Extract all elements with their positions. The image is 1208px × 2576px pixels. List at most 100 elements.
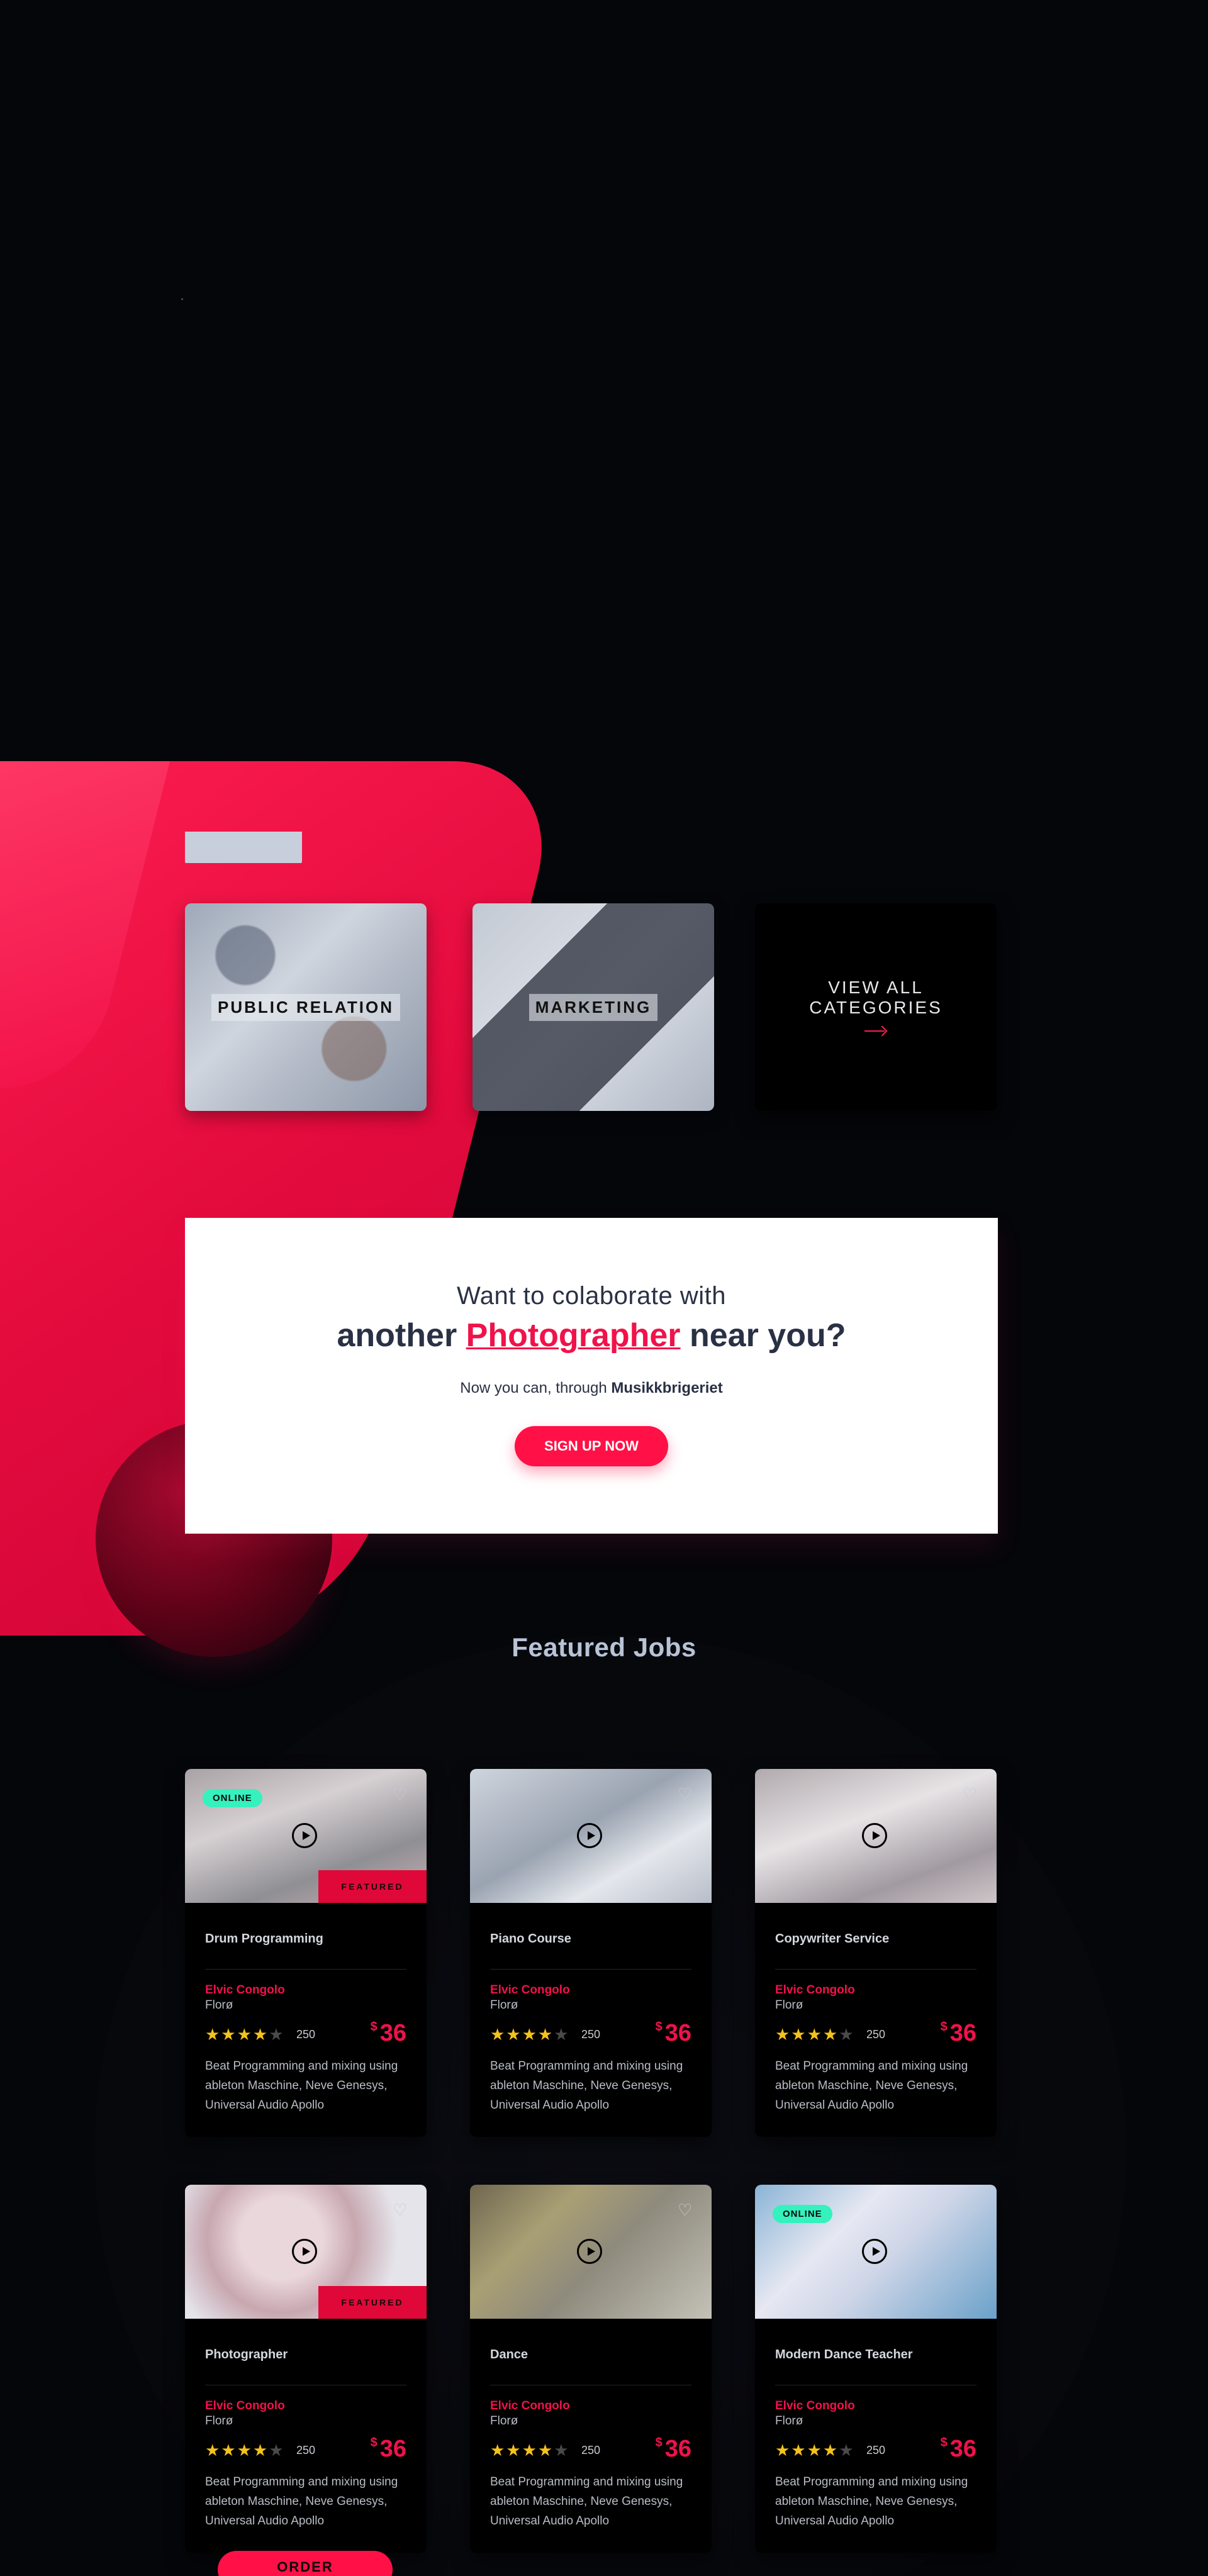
- rating-count: 250: [296, 2028, 316, 2041]
- play-icon[interactable]: [862, 2239, 887, 2264]
- view-all-categories-card[interactable]: VIEW ALL CATEGORIES: [755, 903, 997, 1111]
- job-price: $36: [371, 2020, 406, 2047]
- play-icon[interactable]: [292, 2239, 317, 2264]
- heart-icon[interactable]: ♡: [678, 1786, 694, 1802]
- heart-icon[interactable]: ♡: [678, 2202, 694, 2218]
- category-card-public-relation[interactable]: PUBLIC RELATION: [185, 903, 427, 1111]
- job-description: Beat Programming and mixing using ableto…: [490, 2475, 683, 2528]
- job-description: Beat Programming and mixing using ableto…: [775, 2060, 968, 2112]
- job-body: Photographer Elvic Congolo Florø ★★★★★ 250 $3…: [185, 2348, 427, 2531]
- cta-panel: Want to colaborate with another Photogra…: [185, 1218, 998, 1534]
- star-rating: ★★★★★: [775, 2025, 855, 2044]
- job-price: $36: [941, 2436, 976, 2463]
- cta-heading: another Photographer near you?: [185, 1317, 998, 1354]
- job-meta: ★★★★★ 250 $36: [490, 2436, 691, 2462]
- price-currency: $: [370, 2020, 378, 2034]
- order-button[interactable]: ORDER: [218, 2551, 393, 2576]
- job-title[interactable]: Dance: [490, 2348, 691, 2362]
- category-label: MARKETING: [528, 993, 658, 1021]
- job-title[interactable]: Modern Dance Teacher: [775, 2348, 976, 2362]
- job-price: $36: [371, 2436, 406, 2463]
- job-author[interactable]: Elvic Congolo: [205, 1983, 406, 1997]
- rating-count: 250: [866, 2444, 886, 2456]
- price-value: 36: [949, 2436, 976, 2462]
- job-title[interactable]: Photographer: [205, 2348, 406, 2362]
- featured-badge: FEATURED: [318, 1870, 427, 1903]
- job-card[interactable]: ♡ Copywriter Service Elvic Congolo Florø ★★★…: [755, 1769, 997, 2137]
- featured-jobs-title: Featured Jobs: [512, 1632, 696, 1662]
- job-body: Modern Dance Teacher Elvic Congolo Florø ★★…: [755, 2348, 997, 2531]
- page: PUBLIC RELATION MARKETING VIEW ALL CATEG…: [0, 0, 1208, 2576]
- job-author[interactable]: Elvic Congolo: [775, 1983, 976, 1997]
- price-value: 36: [664, 2020, 691, 2046]
- rating-count: 250: [296, 2444, 316, 2456]
- divider: [775, 1969, 976, 1970]
- category-card-marketing[interactable]: MARKETING: [473, 903, 714, 1111]
- view-all-label: VIEW ALL CATEGORIES: [809, 978, 942, 1017]
- job-location: Florø: [205, 1999, 233, 2012]
- play-icon[interactable]: [862, 1823, 887, 1848]
- job-card[interactable]: ONLINE ♡ Modern Dance Teacher Elvic Congolo…: [755, 2185, 997, 2553]
- job-thumbnail: ♡ FEATURED: [185, 2185, 427, 2319]
- rating-count: 250: [581, 2444, 601, 2456]
- cta-subtext-before: Now you can, through: [460, 1380, 612, 1397]
- heart-icon[interactable]: ♡: [963, 2202, 979, 2218]
- rating-count: 250: [866, 2028, 886, 2041]
- job-description: Beat Programming and mixing using ableto…: [775, 2475, 968, 2528]
- job-description: Beat Programming and mixing using ableto…: [205, 2475, 398, 2528]
- star-rating: ★★★★★: [490, 2441, 570, 2460]
- job-meta: ★★★★★ 250 $36: [490, 2020, 691, 2046]
- job-location: Florø: [205, 2414, 233, 2428]
- job-location: Florø: [490, 2414, 518, 2428]
- job-title[interactable]: Piano Course: [490, 1932, 691, 1946]
- cta-brand: Musikkbrigeriet: [611, 1380, 723, 1397]
- job-author[interactable]: Elvic Congolo: [490, 2399, 691, 2413]
- arrow-right-icon: [864, 1025, 887, 1037]
- job-card[interactable]: ♡ Dance Elvic Congolo Florø ★★★★★ 250 $36 Beat …: [470, 2185, 712, 2553]
- job-title[interactable]: Copywriter Service: [775, 1932, 976, 1946]
- divider: [205, 1969, 406, 1970]
- job-meta: ★★★★★ 250 $36: [205, 2436, 406, 2462]
- category-card-partial: [185, 832, 302, 863]
- job-title[interactable]: Drum Programming: [205, 1932, 406, 1946]
- job-author[interactable]: Elvic Congolo: [490, 1983, 691, 1997]
- divider: [490, 1969, 691, 1970]
- cta-heading-after: near you?: [680, 1317, 846, 1354]
- star-rating: ★★★★★: [775, 2441, 855, 2460]
- cta-heading-before: another: [337, 1317, 466, 1354]
- job-author[interactable]: Elvic Congolo: [205, 2399, 406, 2413]
- job-meta: ★★★★★ 250 $36: [775, 2436, 976, 2462]
- category-label: PUBLIC RELATION: [211, 993, 400, 1021]
- job-location: Florø: [775, 1999, 803, 2012]
- job-card[interactable]: ♡ Piano Course Elvic Congolo Florø ★★★★★ 250 $…: [470, 1769, 712, 2137]
- price-value: 36: [949, 2020, 976, 2046]
- job-body: Dance Elvic Congolo Florø ★★★★★ 250 $36 Beat P…: [470, 2348, 712, 2531]
- job-thumbnail: ONLINE ♡ FEATURED: [185, 1769, 427, 1903]
- sign-up-button[interactable]: SIGN UP NOW: [515, 1426, 668, 1466]
- price-currency: $: [655, 2436, 663, 2450]
- job-body: Copywriter Service Elvic Congolo Florø ★★★★…: [755, 1932, 997, 2115]
- heart-icon[interactable]: ♡: [393, 1786, 409, 1802]
- job-price: $36: [941, 2020, 976, 2047]
- play-icon[interactable]: [292, 1823, 317, 1848]
- job-thumbnail: ♡: [755, 1769, 997, 1903]
- heart-icon[interactable]: ♡: [963, 1786, 979, 1802]
- cta-subtext: Now you can, through Musikkbrigeriet: [185, 1380, 998, 1397]
- job-card[interactable]: ♡ FEATURED Photographer Elvic Congolo Florø ★…: [185, 2185, 427, 2553]
- price-currency: $: [940, 2020, 948, 2034]
- job-body: Drum Programming Elvic Congolo Florø ★★★★★ 2…: [185, 1932, 427, 2115]
- play-icon[interactable]: [577, 1823, 602, 1848]
- star-rating: ★★★★★: [205, 2025, 285, 2044]
- play-icon[interactable]: [577, 2239, 602, 2264]
- price-value: 36: [664, 2436, 691, 2462]
- job-author[interactable]: Elvic Congolo: [775, 2399, 976, 2413]
- heart-icon[interactable]: ♡: [393, 2202, 409, 2218]
- job-meta: ★★★★★ 250 $36: [775, 2020, 976, 2046]
- cta-heading-highlight[interactable]: Photographer: [466, 1317, 681, 1354]
- job-card[interactable]: ONLINE ♡ FEATURED Drum Programming Elvic Con…: [185, 1769, 427, 2137]
- job-description: Beat Programming and mixing using ableto…: [490, 2060, 683, 2112]
- job-price: $36: [656, 2436, 691, 2463]
- job-price: $36: [656, 2020, 691, 2047]
- price-currency: $: [940, 2436, 948, 2450]
- price-currency: $: [655, 2020, 663, 2034]
